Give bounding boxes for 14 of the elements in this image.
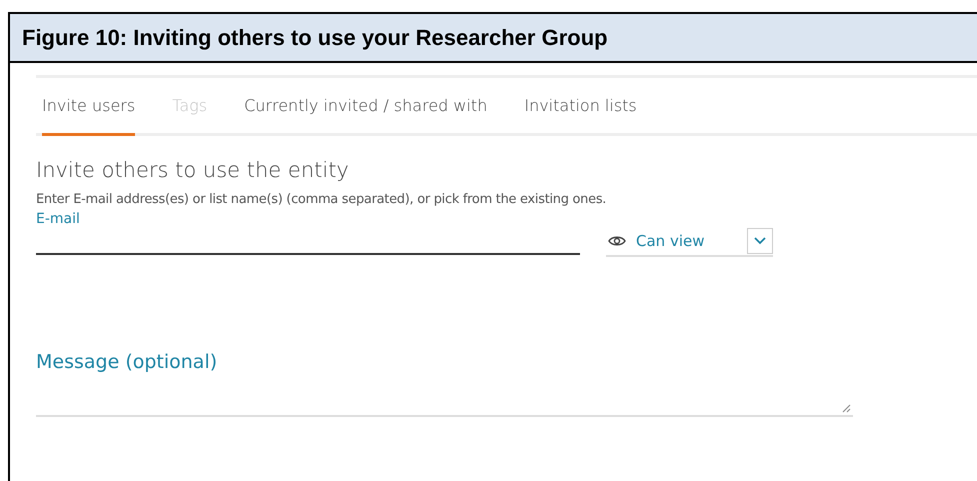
email-label: E-mail [36, 211, 81, 227]
dropdown-toggle[interactable] [747, 228, 773, 254]
tab[interactable]: Invite users [42, 78, 136, 136]
message-label: Message (optional) [36, 351, 218, 373]
eye-icon [608, 235, 626, 247]
chevron-down-icon [754, 237, 766, 245]
tab[interactable]: Currently invited / shared with [244, 78, 488, 136]
tab[interactable]: Invitation lists [524, 78, 637, 136]
instructions: Enter E-mail address(es) or list name(s) (comma separated), or pick from the existing ones. [36, 192, 608, 207]
resize-grip-icon[interactable] [842, 404, 851, 413]
figure-title: Figure 10: Inviting others to use your Researcher Group [22, 24, 608, 50]
permission-value: Can view [636, 232, 706, 250]
section-heading: Invite others to use the entity [36, 158, 350, 182]
permission-select[interactable]: Can view [606, 227, 773, 257]
